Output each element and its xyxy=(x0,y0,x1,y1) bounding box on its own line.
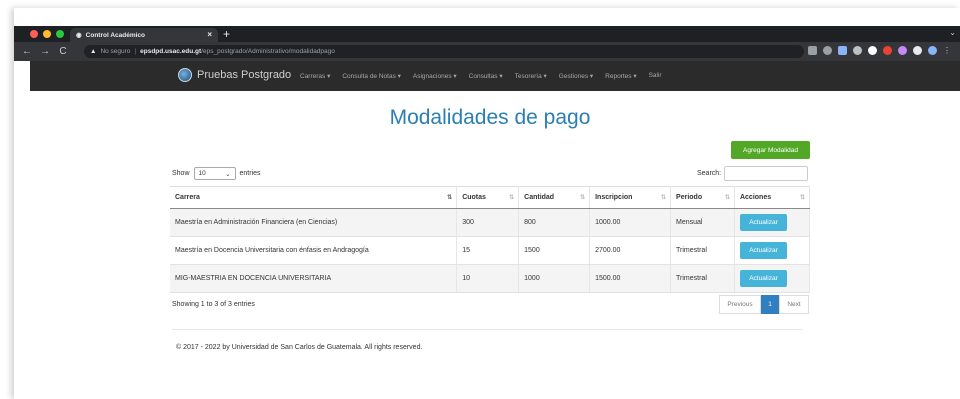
sort-icon: ⇅ xyxy=(661,195,666,201)
menu-tesoreria[interactable]: Tesorería ▾ xyxy=(515,72,547,80)
maximize-window-icon[interactable] xyxy=(56,30,64,38)
entries-select[interactable]: 10 ⌄ xyxy=(193,167,236,180)
url-host: epsdpd.usac.edu.gt xyxy=(140,48,202,55)
menu-consultas[interactable]: Consultas ▾ xyxy=(469,72,503,80)
menu-asignaciones[interactable]: Asignaciones ▾ xyxy=(413,72,457,80)
extension-icon[interactable] xyxy=(898,46,907,55)
reload-icon[interactable]: C xyxy=(58,46,68,57)
update-button[interactable]: Actualizar xyxy=(739,214,787,231)
menu-salir[interactable]: Salir xyxy=(649,72,662,80)
cell-cantidad: 800 xyxy=(518,208,591,237)
warning-icon: ▲ xyxy=(90,48,97,55)
cell-cantidad: 1000 xyxy=(518,264,591,293)
extension-icon[interactable] xyxy=(838,46,847,55)
cell-inscripcion: 2700.00 xyxy=(589,236,672,265)
table-info: Showing 1 to 3 of 3 entries xyxy=(172,301,255,308)
entries-length-control: Show 10 ⌄ entries xyxy=(172,167,261,180)
cell-carrera: MIG-MAESTRIA EN DOCENCIA UNIVERSITARIA xyxy=(170,264,458,293)
url-field[interactable]: ▲ No seguro | epsdpd.usac.edu.gt /eps_po… xyxy=(84,45,804,58)
browser-tab[interactable]: ◉ Control Académico × xyxy=(70,28,218,42)
puzzle-icon[interactable] xyxy=(913,46,922,55)
chevron-down-icon: ⌄ xyxy=(225,170,231,178)
table-header-row: Carrera ⇅ Cuotas ⇅ Cantidad ⇅ Inscripcion ⇅ … xyxy=(170,186,811,209)
url-path: /eps_postgrado/Administrativo/modalidadp… xyxy=(201,48,335,55)
sort-icon: ⇅ xyxy=(509,195,514,201)
page-1-button[interactable]: 1 xyxy=(761,295,779,314)
page-title: Modalidades de pago xyxy=(389,106,591,129)
column-header-cantidad[interactable]: Cantidad ⇅ xyxy=(518,186,591,209)
tab-search-icon[interactable]: ⌄ xyxy=(949,28,956,37)
bookmark-icon[interactable] xyxy=(823,46,832,55)
entries-label: entries xyxy=(239,170,261,177)
close-tab-icon[interactable]: × xyxy=(207,30,212,39)
divider xyxy=(172,329,802,330)
security-label: No seguro xyxy=(100,48,131,55)
address-bar: ← → C ▲ No seguro | epsdpd.usac.edu.gt /… xyxy=(14,42,960,61)
menu-consulta-notas[interactable]: Consulta de Notas ▾ xyxy=(342,72,401,80)
table-row: Maestría en Administración Financiera (e… xyxy=(170,208,811,237)
back-icon[interactable]: ← xyxy=(22,46,32,57)
tab-title: Control Académico xyxy=(85,31,146,39)
modalities-table: Carrera ⇅ Cuotas ⇅ Cantidad ⇅ Inscripcion ⇅ … xyxy=(170,186,811,293)
cell-cuotas: 15 xyxy=(456,236,520,265)
cell-cantidad: 1500 xyxy=(518,236,591,265)
cell-periodo: Mensual xyxy=(670,208,735,237)
pagination: Previous 1 Next xyxy=(719,295,809,314)
sort-icon: ⇅ xyxy=(580,195,585,201)
search-control: Search: xyxy=(697,166,809,181)
next-page-button[interactable]: Next xyxy=(779,295,809,314)
cell-carrera: Maestría en Docencia Universitaria con é… xyxy=(170,236,458,265)
update-button[interactable]: Actualizar xyxy=(739,270,787,287)
more-menu-icon[interactable]: ⋮ xyxy=(943,46,952,55)
cell-inscripcion: 1000.00 xyxy=(589,208,672,237)
app-navbar: Pruebas Postgrado Carreras ▾ Consulta de… xyxy=(30,61,960,91)
show-label: Show xyxy=(172,170,190,177)
extension-icon[interactable] xyxy=(853,46,862,55)
cell-cuotas: 300 xyxy=(456,208,520,237)
column-header-acciones[interactable]: Acciones ⇅ xyxy=(734,186,811,209)
cell-periodo: Trimestral xyxy=(670,236,735,265)
search-label: Search: xyxy=(697,170,722,177)
cell-cuotas: 10 xyxy=(456,264,520,293)
column-header-inscripcion[interactable]: Inscripcion ⇅ xyxy=(589,186,672,209)
brand[interactable]: Pruebas Postgrado xyxy=(178,68,291,82)
minimize-window-icon[interactable] xyxy=(43,30,51,38)
cell-periodo: Trimestral xyxy=(670,264,735,293)
cell-carrera: Maestría en Administración Financiera (e… xyxy=(170,208,458,237)
tab-strip: ◉ Control Académico × + ⌄ xyxy=(14,26,960,42)
main-menu: Carreras ▾ Consulta de Notas ▾ Asignacio… xyxy=(300,72,662,80)
sort-icon: ⇅ xyxy=(447,195,452,201)
column-header-carrera[interactable]: Carrera ⇅ xyxy=(170,186,458,209)
search-input[interactable] xyxy=(724,166,809,181)
extension-icon[interactable] xyxy=(883,46,892,55)
cell-inscripcion: 1500.00 xyxy=(589,264,672,293)
table-row: Maestría en Docencia Universitaria con é… xyxy=(170,236,811,265)
new-tab-button[interactable]: + xyxy=(223,26,230,42)
menu-gestiones[interactable]: Gestiones ▾ xyxy=(559,72,593,80)
extension-icon[interactable] xyxy=(868,46,877,55)
extension-icons: ⋮ xyxy=(808,46,952,55)
column-header-cuotas[interactable]: Cuotas ⇅ xyxy=(456,186,520,209)
column-header-periodo[interactable]: Periodo ⇅ xyxy=(670,186,735,209)
menu-carreras[interactable]: Carreras ▾ xyxy=(300,72,330,80)
sort-icon: ⇅ xyxy=(799,195,805,201)
add-modality-button[interactable]: Agregar Modalidad xyxy=(731,141,810,159)
sort-icon: ⇅ xyxy=(724,195,730,201)
university-logo-icon xyxy=(178,68,192,82)
brand-name: Pruebas Postgrado xyxy=(197,69,292,81)
globe-icon: ◉ xyxy=(76,32,82,39)
update-button[interactable]: Actualizar xyxy=(739,242,787,259)
close-window-icon[interactable] xyxy=(30,30,38,38)
window-controls xyxy=(30,30,64,38)
entries-value: 10 xyxy=(198,170,206,177)
menu-reportes[interactable]: Reportes ▾ xyxy=(605,72,636,80)
footer-copyright: © 2017 - 2022 by Universidad de San Carl… xyxy=(176,344,423,351)
profile-avatar-icon[interactable] xyxy=(928,46,937,55)
table-row: MIG-MAESTRIA EN DOCENCIA UNIVERSITARIA 1… xyxy=(170,264,811,293)
previous-page-button[interactable]: Previous xyxy=(719,295,761,314)
forward-icon[interactable]: → xyxy=(40,46,50,57)
share-icon[interactable] xyxy=(808,46,817,55)
